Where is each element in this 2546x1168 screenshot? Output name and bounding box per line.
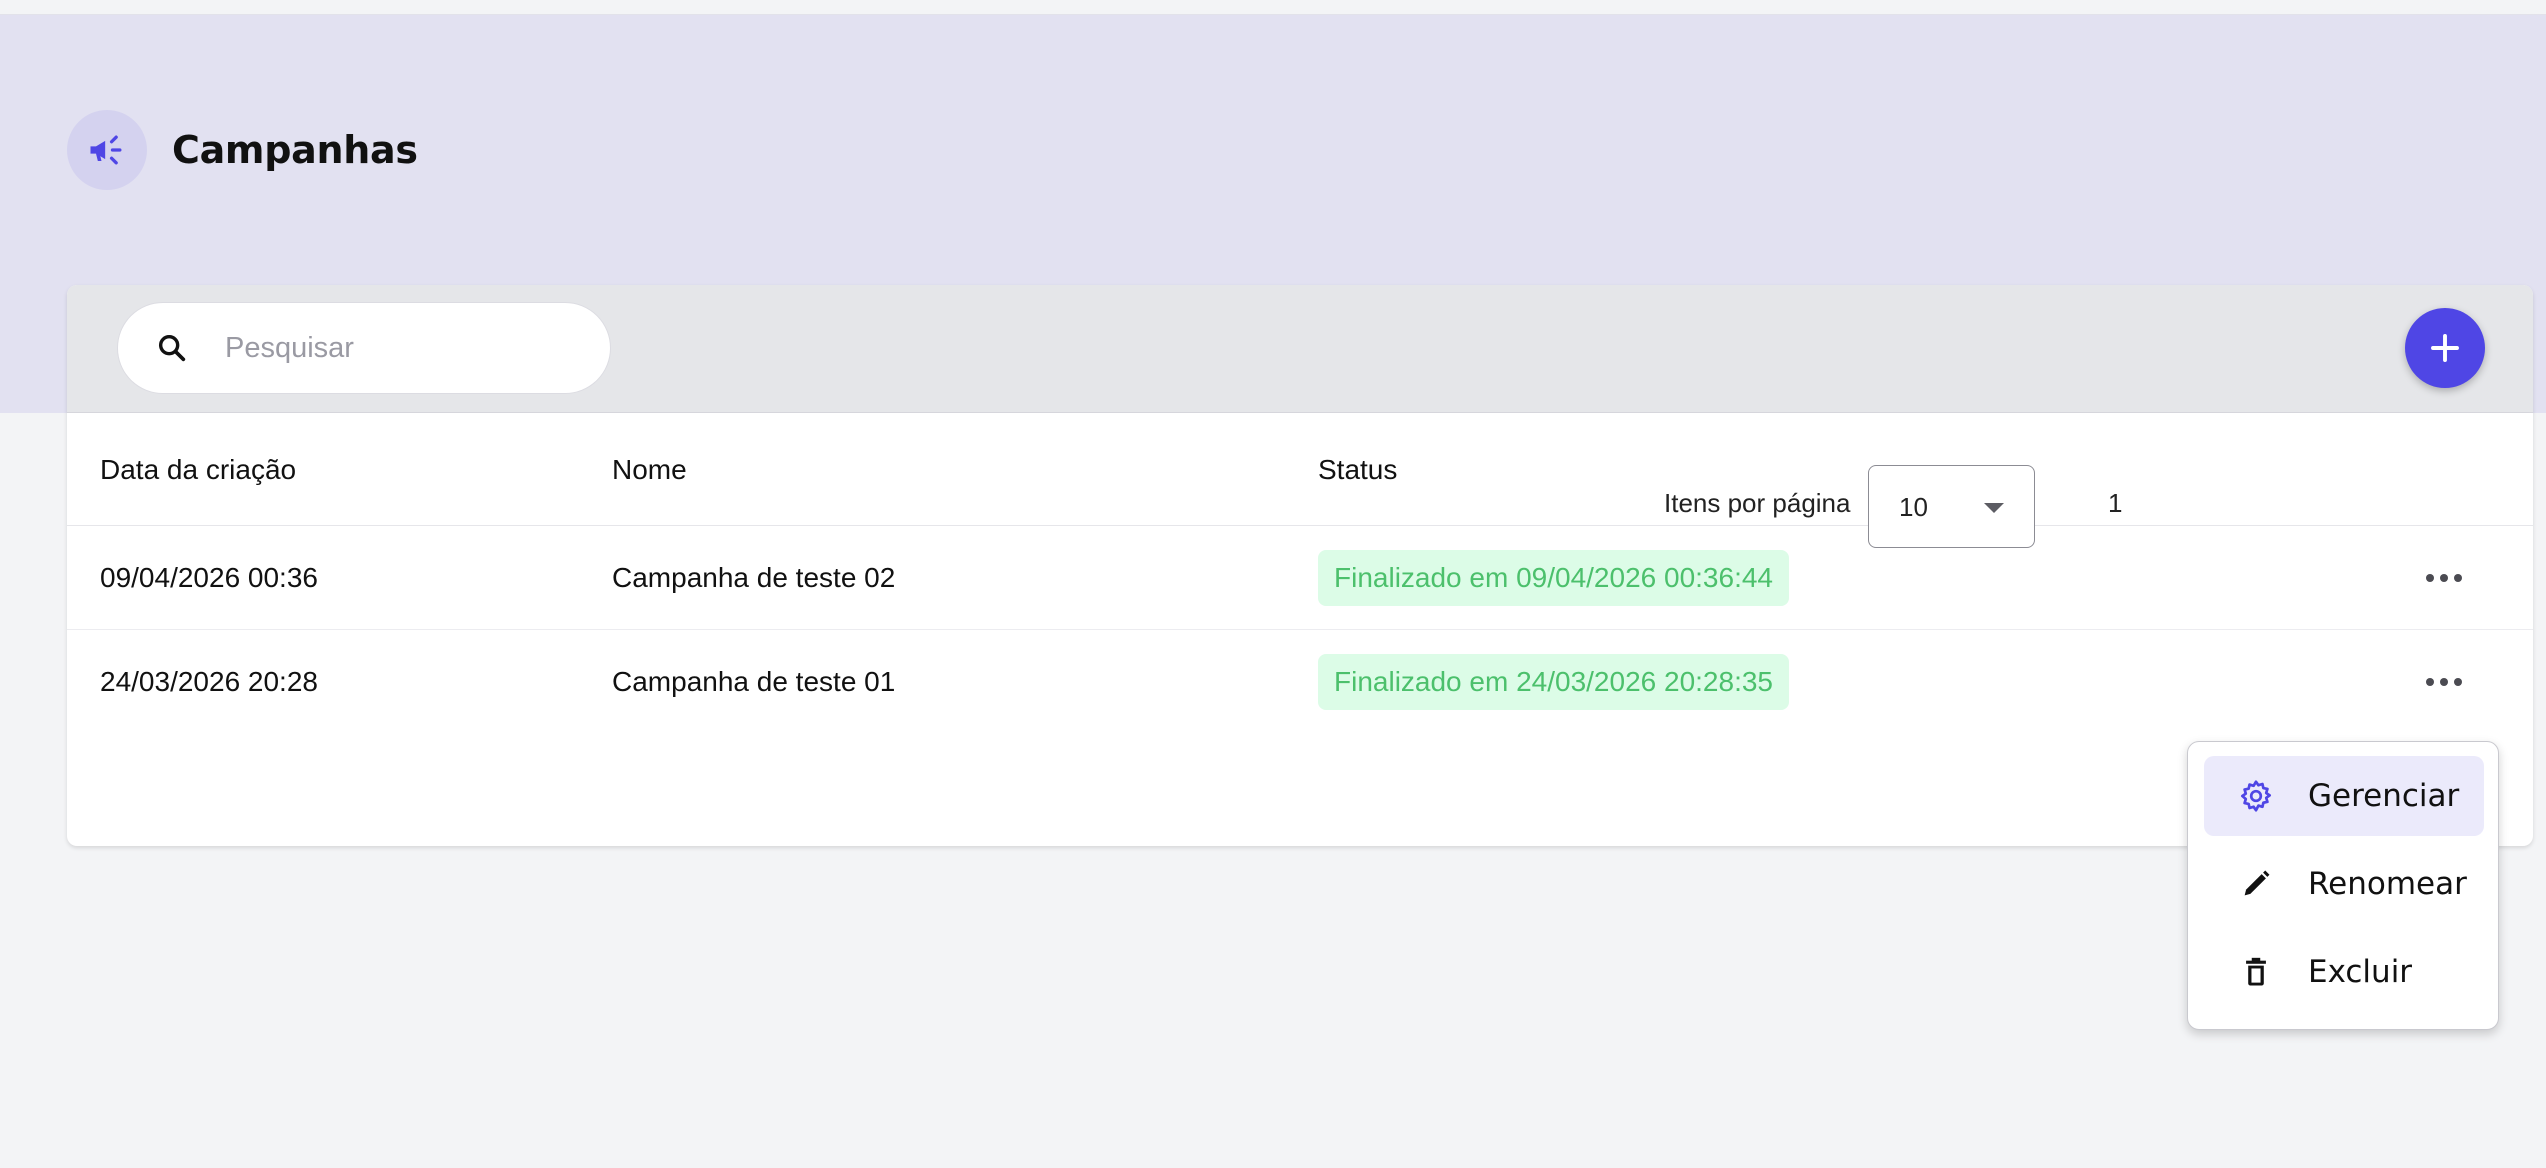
menu-item-delete[interactable]: Excluir [2204,932,2484,1012]
top-bar [0,0,2546,15]
column-header-created[interactable]: Data da criação [100,413,296,526]
column-header-status[interactable]: Status [1318,413,1397,526]
more-dots-icon [2426,574,2434,582]
page-size-select[interactable]: 10 [1868,465,2035,548]
trash-icon [2236,952,2276,992]
pencil-icon [2236,864,2276,904]
add-campaign-button[interactable] [2405,308,2485,388]
plus-icon [2431,334,2459,362]
status-badge: Finalizado em 09/04/2026 00:36:44 [1318,550,1789,606]
row-context-menu: Gerenciar Renomear Excluir [2187,741,2499,1030]
created-date-cell: 24/03/2026 20:28 [100,666,318,697]
status-cell: Finalizado em 09/04/2026 00:36:44 [1318,526,1789,630]
table-header: Data da criação Nome Status [67,413,2533,526]
campaign-name-cell: Campanha de teste 01 [612,666,896,697]
column-header-name[interactable]: Nome [612,413,687,526]
search-box[interactable] [117,302,611,394]
gear-icon [2236,776,2276,816]
created-date-cell: 09/04/2026 00:36 [100,562,318,593]
menu-item-label: Renomear [2308,866,2467,902]
table-row[interactable]: 09/04/2026 00:36 Campanha de teste 02 Fi… [67,526,2533,630]
page-size-value: 10 [1899,492,1928,522]
page-title: Campanhas [172,128,418,172]
row-actions-button[interactable] [2419,553,2469,603]
menu-item-label: Gerenciar [2308,778,2460,814]
campaign-name-cell: Campanha de teste 02 [612,562,896,593]
page-header: Campanhas [67,110,418,190]
menu-item-manage[interactable]: Gerenciar [2204,756,2484,836]
status-badge: Finalizado em 24/03/2026 20:28:35 [1318,654,1789,710]
page-range-text: 1 [2108,488,2123,518]
more-dots-icon [2426,678,2434,686]
table-toolbar [67,285,2533,413]
menu-item-label: Excluir [2308,954,2413,990]
table-row[interactable]: 24/03/2026 20:28 Campanha de teste 01 Fi… [67,630,2533,734]
search-icon [154,330,190,366]
row-actions-button[interactable] [2419,657,2469,707]
search-input[interactable] [225,331,585,365]
megaphone-icon [67,110,147,190]
items-per-page-label: Itens por página [1664,488,1851,518]
campaigns-card: Data da criação Nome Status 09/04/2026 0… [67,285,2533,846]
menu-item-rename[interactable]: Renomear [2204,844,2484,924]
caret-down-icon [1984,503,2004,513]
status-cell: Finalizado em 24/03/2026 20:28:35 [1318,630,1789,734]
